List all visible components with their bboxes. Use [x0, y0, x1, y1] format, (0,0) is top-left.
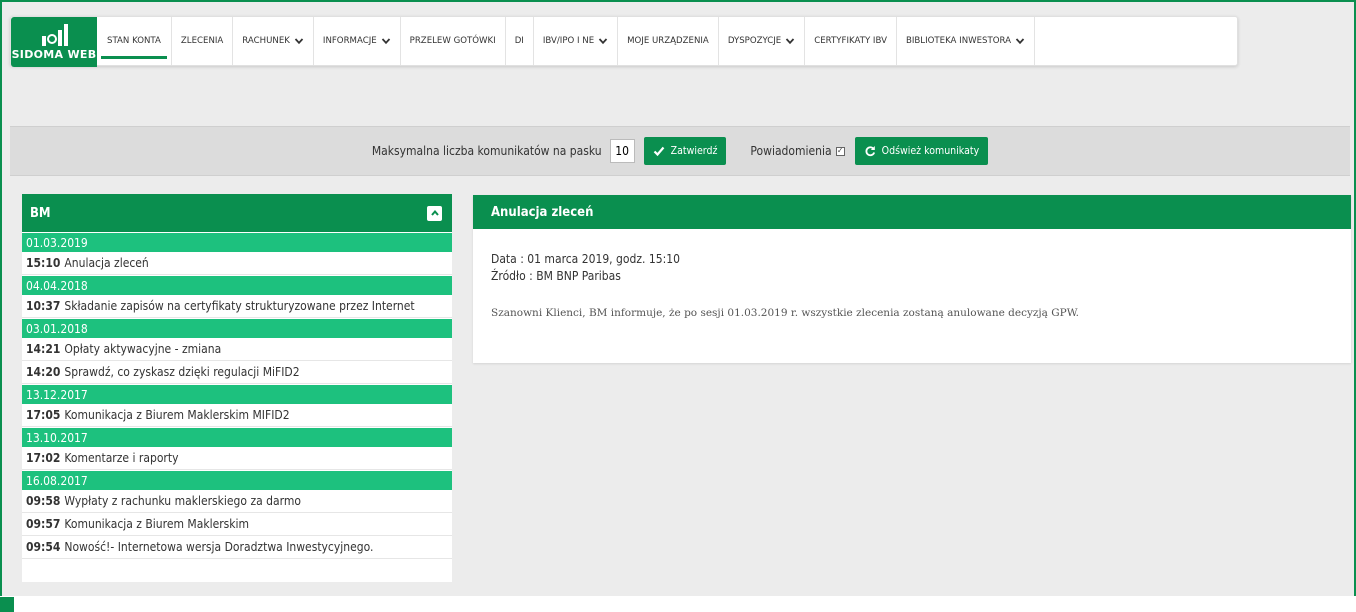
nav-item-label: MOJE URZĄDZENIA: [627, 36, 709, 46]
message-detail: Anulacja zleceń Data : 01 marca 2019, go…: [473, 195, 1351, 363]
message-item[interactable]: 09:57 Komunikacja z Biurem Maklerskim: [22, 513, 452, 536]
logo-text: SIDOMA WEB: [11, 47, 97, 61]
detail-body: Szanowni Klienci, BM informuje, że po se…: [491, 307, 1080, 319]
message-title: Komentarze i raporty: [64, 451, 179, 465]
nav-item-zlecenia[interactable]: ZLECENIA: [172, 17, 234, 65]
message-item[interactable]: 14:20 Sprawdź, co zyskasz dzięki regulacj…: [22, 361, 452, 384]
nav-item-rachunek[interactable]: RACHUNEK: [233, 17, 314, 65]
message-time: 14:21: [26, 342, 61, 356]
nav-item-label: STAN KONTA: [107, 36, 161, 46]
message-title: Opłaty aktywacyjne - zmiana: [64, 342, 222, 356]
notifications-label: Powiadomienia: [750, 144, 832, 158]
chevron-down-icon: [1015, 36, 1025, 46]
messages-panel-title: BM: [30, 205, 51, 221]
nav-item-informacje[interactable]: INFORMACJE: [314, 17, 401, 65]
message-item[interactable]: 09:54 Nowość!- Internetowa wersja Doradzt…: [22, 536, 452, 559]
notifications-checkbox[interactable]: ✓: [835, 146, 845, 156]
detail-date: Data : 01 marca 2019, godz. 15:10: [491, 252, 680, 266]
message-time: 09:57: [26, 517, 61, 531]
message-title: Anulacja zleceń: [64, 256, 149, 270]
chevron-down-icon: [785, 36, 795, 46]
confirm-label: Zatwierdź: [670, 145, 718, 157]
nav-item-przelew-got-wki[interactable]: PRZELEW GOTÓWKI: [401, 17, 506, 65]
date-header: 13.12.2017: [22, 385, 452, 404]
max-messages-label: Maksymalna liczba komunikatów na pasku: [371, 144, 602, 158]
check-icon: [653, 146, 664, 157]
message-item[interactable]: 09:58 Wypłaty z rachunku maklerskiego za …: [22, 490, 452, 513]
message-time: 09:58: [26, 494, 61, 508]
settings-bar: Maksymalna liczba komunikatów na pasku Z…: [10, 126, 1350, 176]
nav-item-label: DI: [514, 36, 524, 46]
corner-mark: [0, 597, 14, 612]
detail-source: Źródło : BM BNP Paribas: [491, 269, 621, 283]
nav-item-di[interactable]: DI: [506, 17, 534, 65]
message-time: 10:37: [26, 299, 61, 313]
message-title: Komunikacja z Biurem Maklerskim: [64, 517, 250, 531]
nav-item-biblioteka-inwestora[interactable]: BIBLIOTEKA INWESTORA: [897, 17, 1036, 65]
message-item[interactable]: 17:02 Komentarze i raporty: [22, 447, 452, 470]
message-time: 15:10: [26, 256, 61, 270]
date-header: 04.04.2018: [22, 276, 452, 295]
refresh-label: Odśwież komunikaty: [881, 145, 980, 157]
refresh-icon: [865, 146, 875, 157]
message-time: 17:02: [26, 451, 61, 465]
messages-panel: BM 01.03.2019 15:10 Anulacja zleceń 04.04.2…: [22, 194, 452, 582]
detail-title: Anulacja zleceń: [473, 195, 1351, 229]
message-title: Komunikacja z Biurem Maklerskim MIFID2: [64, 408, 290, 422]
messages-list: 01.03.2019 15:10 Anulacja zleceń 04.04.2018…: [22, 233, 452, 559]
nav-item-label: INFORMACJE: [322, 36, 377, 46]
nav-item-label: ZLECENIA: [180, 36, 224, 46]
messages-panel-header: BM: [22, 194, 452, 232]
notifications-toggle[interactable]: Powiadomienia ✓: [750, 144, 845, 158]
message-title: Sprawdź, co zyskasz dzięki regulacji MiF…: [64, 365, 300, 379]
message-item[interactable]: 14:21 Opłaty aktywacyjne - zmiana: [22, 338, 452, 361]
nav-item-label: DYSPOZYCJE: [727, 36, 782, 46]
message-time: 14:20: [26, 365, 61, 379]
message-item[interactable]: 17:05 Komunikacja z Biurem Maklerskim MIF…: [22, 404, 452, 427]
chevron-up-icon: [430, 209, 439, 216]
collapse-button[interactable]: [427, 205, 442, 221]
date-header: 03.01.2018: [22, 319, 452, 338]
confirm-button[interactable]: Zatwierdź: [643, 137, 727, 165]
nav-item-label: CERTYFIKATY IBV: [814, 36, 887, 46]
message-title: Wypłaty z rachunku maklerskiego za darmo: [64, 494, 301, 508]
refresh-button[interactable]: Odśwież komunikaty: [854, 137, 989, 165]
nav-item-certyfikaty-ibv[interactable]: CERTYFIKATY IBV: [805, 17, 897, 65]
nav-item-stan-konta[interactable]: STAN KONTA: [97, 17, 172, 65]
nav-item-label: BIBLIOTEKA INWESTORA: [905, 36, 1012, 46]
nav-item-moje-urz-dzenia[interactable]: MOJE URZĄDZENIA: [618, 17, 719, 65]
chevron-down-icon: [598, 36, 608, 46]
message-time: 09:54: [26, 540, 61, 554]
message-time: 17:05: [26, 408, 61, 422]
nav-item-label: PRZELEW GOTÓWKI: [409, 36, 496, 46]
nav-item-dyspozycje[interactable]: DYSPOZYCJE: [719, 17, 806, 65]
nav-item-label: IBV/IPO I NE: [542, 36, 595, 46]
message-item[interactable]: 15:10 Anulacja zleceń: [22, 252, 452, 275]
date-header: 16.08.2017: [22, 471, 452, 490]
max-messages-input[interactable]: [609, 139, 635, 163]
nav-menu: STAN KONTA ZLECENIA RACHUNEK INFORMACJE PRZE…: [97, 17, 1036, 65]
message-title: Nowość!- Internetowa wersja Doradztwa In…: [64, 540, 374, 554]
message-title: Składanie zapisów na certyfikaty struktu…: [64, 299, 415, 313]
top-navbar: SIDOMA WEB STAN KONTA ZLECENIA RACHUNEK INF…: [10, 16, 1238, 67]
date-header: 01.03.2019: [22, 233, 452, 252]
nav-item-label: RACHUNEK: [242, 36, 290, 46]
message-item[interactable]: 10:37 Składanie zapisów na certyfikaty st…: [22, 295, 452, 318]
bar-chart-icon: [36, 23, 72, 46]
chevron-down-icon: [381, 36, 391, 46]
logo[interactable]: SIDOMA WEB: [11, 17, 97, 67]
date-header: 13.10.2017: [22, 428, 452, 447]
nav-item-ibv-ipo-i-ne[interactable]: IBV/IPO I NE: [534, 17, 619, 65]
chevron-down-icon: [294, 36, 304, 46]
